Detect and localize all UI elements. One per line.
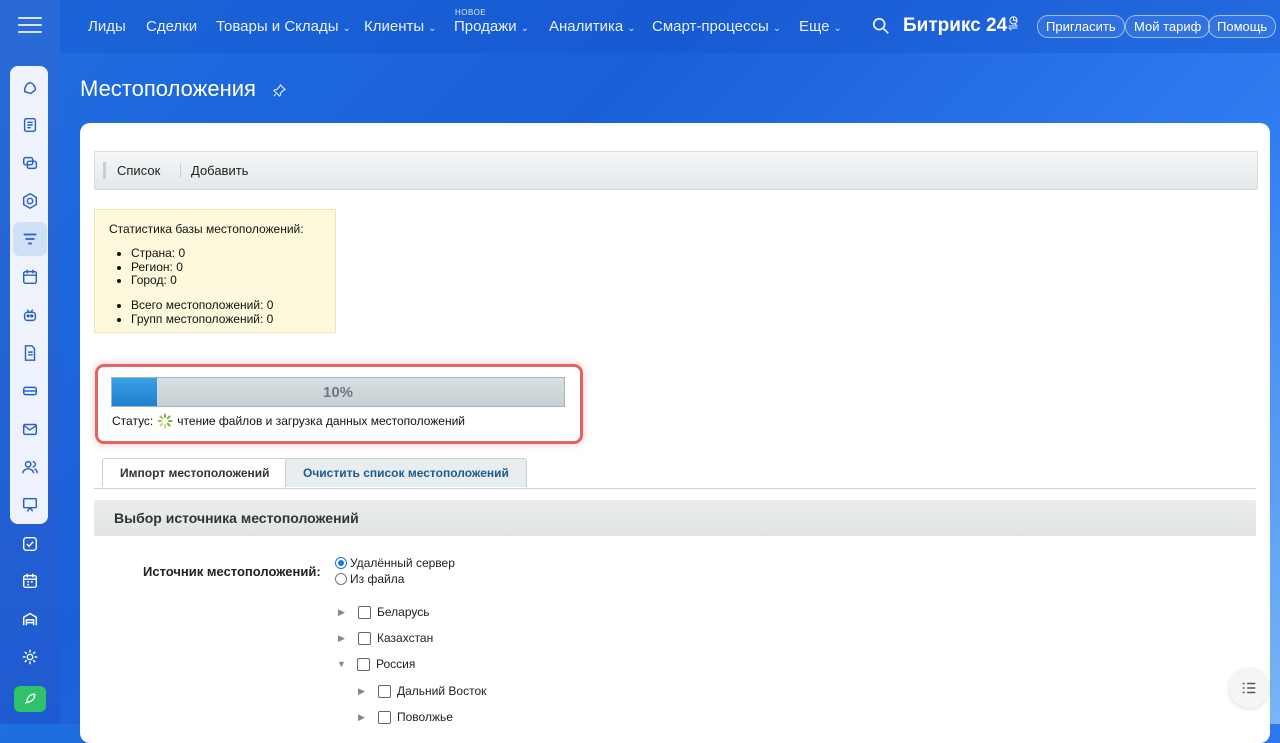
source-field-label: Источник местоположений: — [143, 564, 321, 579]
list-menu-icon — [1242, 682, 1256, 694]
rocket-icon[interactable] — [14, 686, 46, 712]
floating-menu-button[interactable] — [1229, 668, 1269, 708]
pin-icon[interactable] — [273, 84, 286, 97]
left-sidebar — [0, 0, 60, 724]
stats-heading: Статистика базы местоположений: — [109, 222, 304, 236]
stats-city: Город: 0 — [131, 273, 185, 288]
presentation-icon[interactable] — [13, 488, 47, 522]
location-stats-box: Статистика базы местоположений: Страна: … — [94, 209, 336, 333]
toolbar-divider — [180, 163, 181, 178]
toolbar-grip — [103, 162, 106, 179]
loading-spinner-icon — [157, 413, 173, 429]
settings-gear-icon[interactable] — [13, 640, 47, 674]
invite-button[interactable]: Пригласить — [1037, 15, 1125, 38]
progress-percent: 10% — [322, 384, 354, 401]
calendar-icon[interactable] — [13, 260, 47, 294]
chat-icon[interactable] — [13, 146, 47, 180]
checkbox-task-icon[interactable] — [13, 527, 47, 561]
chevron-down-icon: ⌄ — [772, 23, 782, 34]
robot-icon[interactable] — [13, 298, 47, 332]
tabs-bar: Импорт местоположений Очистить список ме… — [94, 458, 1256, 489]
feed-icon[interactable] — [13, 71, 47, 105]
tab-clear-locations[interactable]: Очистить список местоположений — [285, 458, 527, 487]
admin-toolbar: Список Добавить — [94, 151, 1258, 190]
warehouse-icon[interactable] — [13, 602, 47, 636]
checkbox[interactable] — [378, 684, 391, 698]
expand-triangle-icon[interactable]: ▶ — [358, 686, 368, 697]
progress-bar: 10% — [111, 377, 565, 407]
search-icon[interactable] — [872, 17, 890, 35]
collapse-triangle-icon[interactable]: ▼ — [337, 659, 347, 669]
tree-item-russia[interactable]: ▼ Россия — [337, 657, 415, 671]
checkbox[interactable] — [357, 657, 370, 671]
stats-list-2: Всего местоположений: 0 Групп местополож… — [109, 298, 273, 327]
status-text: чтение файлов и загрузка данных местопол… — [177, 414, 465, 428]
mail-icon[interactable] — [13, 412, 47, 446]
radio-remote-server[interactable]: Удалённый сервер — [335, 556, 455, 570]
document-icon[interactable] — [13, 336, 47, 370]
crm-filter-icon[interactable] — [13, 222, 47, 256]
stats-region: Регион: 0 — [131, 260, 185, 275]
nav-item-deals[interactable]: Сделки — [146, 18, 197, 35]
stats-list-1: Страна: 0 Регион: 0 Город: 0 — [109, 246, 185, 288]
tree-item-volga[interactable]: ▶ Поволжье — [358, 710, 453, 724]
storage-icon[interactable] — [13, 374, 47, 408]
page-title: Местоположения — [80, 76, 256, 101]
chevron-down-icon: ⌄ — [520, 23, 530, 34]
help-button[interactable]: Помощь — [1208, 15, 1277, 38]
radio-unselected-icon[interactable] — [335, 573, 347, 585]
expand-triangle-icon[interactable]: ▶ — [338, 607, 348, 618]
nav-item-analytics[interactable]: Аналитика ⌄ — [549, 18, 636, 35]
sliders-icon[interactable]: ⇌ — [1008, 20, 1018, 34]
chevron-down-icon: ⌄ — [428, 23, 437, 34]
checkbox[interactable] — [358, 631, 371, 645]
nav-item-products[interactable]: Товары и Склады ⌄ — [216, 18, 351, 35]
status-label: Статус: — [112, 414, 154, 428]
nav-item-clients[interactable]: Клиенты ⌄ — [364, 18, 437, 35]
checkbox[interactable] — [378, 710, 391, 724]
list-button[interactable]: Список — [117, 163, 160, 178]
expand-triangle-icon[interactable]: ▶ — [358, 712, 368, 723]
nav-item-leads[interactable]: Лиды — [88, 18, 126, 35]
stats-total-locations: Всего местоположений: 0 — [131, 298, 273, 313]
status-line: Статус: чтение файлов и загрузка данных … — [112, 413, 465, 429]
add-button[interactable]: Добавить — [191, 163, 248, 178]
nav-item-sales[interactable]: Продажи ⌄ — [454, 18, 529, 35]
tree-item-belarus[interactable]: ▶ Беларусь — [338, 605, 429, 619]
menu-burger-icon[interactable] — [18, 17, 42, 35]
nav-item-smart-processes[interactable]: Смарт-процессы ⌄ — [652, 18, 781, 35]
section-heading: Выбор источника местоположений — [94, 500, 1256, 536]
stats-country: Страна: 0 — [131, 246, 185, 261]
chevron-down-icon: ⌄ — [627, 23, 636, 34]
tree-item-far-east[interactable]: ▶ Дальний Восток — [358, 684, 486, 698]
tab-import-locations[interactable]: Импорт местоположений — [102, 458, 288, 487]
radio-selected-icon[interactable] — [335, 557, 347, 569]
radio-from-file[interactable]: Из файла — [335, 572, 404, 586]
my-tariff-button[interactable]: Мой тариф — [1125, 15, 1211, 38]
chevron-down-icon: ⌄ — [833, 23, 842, 34]
tree-item-kazakhstan[interactable]: ▶ Казахстан — [338, 631, 433, 645]
chevron-down-icon: ⌄ — [342, 23, 351, 34]
nav-item-more[interactable]: Еще ⌄ — [799, 18, 842, 35]
checkbox[interactable] — [358, 605, 371, 619]
new-badge: НОВОЕ — [455, 8, 487, 17]
expand-triangle-icon[interactable]: ▶ — [338, 633, 348, 644]
stats-location-groups: Групп местоположений: 0 — [131, 312, 273, 327]
import-progress-highlight: 10% Статус: чтение файлов и загрузка дан… — [95, 364, 583, 444]
schedule-icon[interactable] — [13, 564, 47, 598]
brand-logo[interactable]: Битрикс 24 ◷ — [903, 15, 1018, 37]
contacts-icon[interactable] — [13, 450, 47, 484]
tasks-board-icon[interactable] — [13, 108, 47, 142]
main-card: Список Добавить Статистика базы местопол… — [80, 123, 1270, 743]
hexagon-icon[interactable] — [13, 184, 47, 218]
